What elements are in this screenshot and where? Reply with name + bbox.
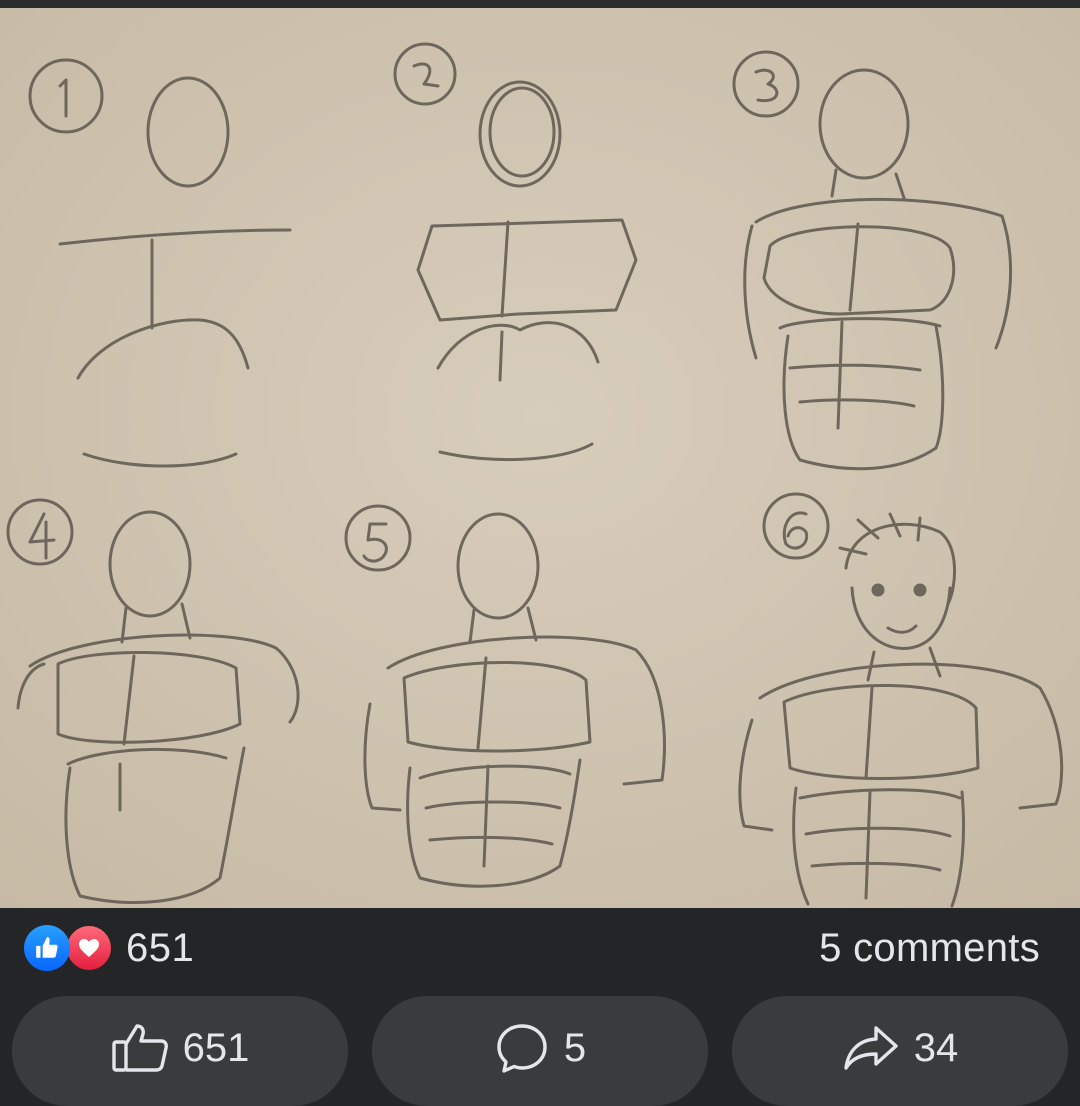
like-icon (24, 925, 70, 971)
action-bar: 651 5 34 (0, 988, 1080, 1106)
top-strip (0, 0, 1080, 8)
like-button[interactable]: 651 (12, 996, 348, 1106)
share-arrow-icon (844, 1026, 898, 1070)
share-button[interactable]: 34 (732, 996, 1068, 1106)
comment-bubble-icon (497, 1024, 547, 1073)
reactions-summary[interactable]: 651 (24, 922, 194, 974)
comment-button[interactable]: 5 (372, 996, 708, 1106)
comments-count-link[interactable]: 5 comments (819, 926, 1040, 971)
thumbs-up-icon (111, 1024, 168, 1072)
comment-count: 5 (563, 1026, 587, 1070)
like-count: 651 (182, 1026, 250, 1070)
reaction-count: 651 (126, 925, 195, 970)
love-icon (64, 923, 114, 973)
post-photo[interactable] (0, 8, 1080, 908)
share-count: 34 (913, 1026, 959, 1070)
reaction-summary-bar: 651 5 comments (0, 908, 1080, 988)
